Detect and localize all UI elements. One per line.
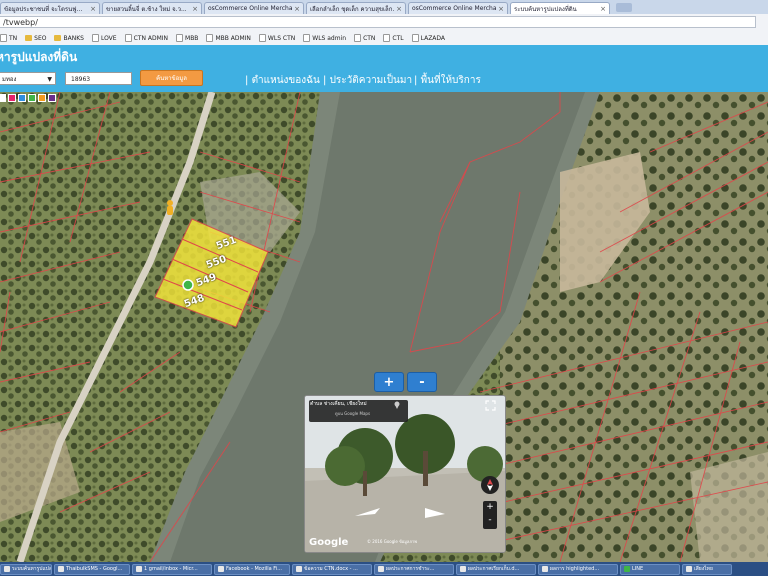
compass-icon[interactable] bbox=[481, 476, 499, 494]
app-icon bbox=[58, 566, 64, 572]
folder-icon bbox=[25, 35, 33, 41]
province-select[interactable]: มทอง ▼ bbox=[0, 72, 56, 85]
street-view-title: ตำบล ช่างเคี่ยน, เชียงใหม่ bbox=[310, 401, 367, 407]
bookmark-item[interactable]: CTL bbox=[383, 34, 404, 42]
folder-icon bbox=[54, 35, 62, 41]
street-view-zoom[interactable]: + - bbox=[483, 501, 497, 529]
url-input[interactable]: /tvwebp/ bbox=[0, 16, 756, 28]
page-icon bbox=[383, 34, 391, 42]
browser-tab[interactable]: osCommerce Online Merchant × bbox=[408, 2, 508, 14]
chevron-down-icon: ▼ bbox=[47, 76, 52, 83]
bookmark-item[interactable]: BANKS bbox=[54, 35, 84, 42]
satellite-map[interactable]: 551 550 549 548 + - ตำบล ช่างเคี่ยน, เชี… bbox=[0, 92, 768, 562]
street-view-maps-link[interactable]: ดูบน Google Maps bbox=[335, 410, 370, 417]
color-palette bbox=[0, 94, 56, 102]
bookmark-item[interactable]: WLS CTN bbox=[258, 34, 295, 42]
close-tab-icon[interactable]: × bbox=[294, 5, 300, 13]
page-icon bbox=[411, 34, 419, 42]
close-tab-icon[interactable]: × bbox=[600, 5, 606, 13]
color-swatch[interactable] bbox=[0, 94, 6, 102]
bookmark-item[interactable]: MBB ADMIN bbox=[206, 34, 251, 42]
app-icon bbox=[686, 566, 692, 572]
sv-zoom-in-button[interactable]: + bbox=[483, 501, 497, 514]
app-icon bbox=[542, 566, 548, 572]
taskbar-item[interactable]: Facebook - Mozilla Fi... bbox=[214, 563, 290, 575]
browser-tab-bar: ข้อมูลประชาชนที่ จะโตรนฟู... × ขายสวนลิ้น… bbox=[0, 0, 768, 14]
bookmark-item[interactable]: MBB bbox=[176, 34, 198, 42]
taskbar-item[interactable]: ผลการ highlighted... bbox=[538, 563, 618, 575]
nav-my-location[interactable]: | ตำแหน่งของฉัน bbox=[245, 73, 320, 88]
browser-tab[interactable]: เลือกลำเล็ก ชุดเล็ก ความสุขเล็ก... × bbox=[306, 2, 406, 14]
close-tab-icon[interactable]: × bbox=[90, 5, 96, 13]
color-swatch[interactable] bbox=[8, 94, 16, 102]
taskbar-item[interactable]: LINE bbox=[620, 563, 680, 575]
taskbar-item[interactable]: เสียงไทย bbox=[682, 563, 732, 575]
bookmark-item[interactable]: LOVE bbox=[91, 34, 117, 42]
page-icon bbox=[0, 34, 7, 42]
sv-zoom-out-button[interactable]: - bbox=[483, 514, 497, 527]
page-icon bbox=[303, 34, 311, 42]
app-icon bbox=[296, 566, 302, 572]
location-pin-icon bbox=[394, 401, 400, 409]
google-logo: Google bbox=[309, 537, 349, 548]
taskbar-item[interactable]: ThaibulkSMS - Googl... bbox=[54, 563, 130, 575]
search-button[interactable]: ค้นหาข้อมูล bbox=[140, 70, 203, 86]
color-swatch[interactable] bbox=[28, 94, 36, 102]
app-icon bbox=[4, 566, 10, 572]
page-icon bbox=[354, 34, 362, 42]
page-icon bbox=[258, 34, 266, 42]
bookmarks-bar: TN SEO BANKS LOVE CTN ADMIN MBB MBB ADMI… bbox=[0, 31, 768, 46]
close-tab-icon[interactable]: × bbox=[396, 5, 402, 13]
page-icon bbox=[206, 34, 214, 42]
nav-history[interactable]: | ประวัติความเป็นมา bbox=[323, 73, 412, 88]
zoom-in-button[interactable]: + bbox=[374, 372, 404, 392]
page-title: หารูปแปลงที่ดิน bbox=[0, 50, 78, 64]
bookmark-item[interactable]: SEO bbox=[25, 35, 46, 42]
windows-taskbar: ระบบค้นหารูปแปลงที่... ThaibulkSMS - Goo… bbox=[0, 562, 768, 576]
bookmark-item[interactable]: CTN ADMIN bbox=[124, 34, 168, 42]
taskbar-item[interactable]: ผลประกาศการชำระ... bbox=[374, 563, 454, 575]
app-icon bbox=[378, 566, 384, 572]
app-header: หารูปแปลงที่ดิน มทอง ▼ 18963 ค้นหาข้อมูล … bbox=[0, 45, 768, 92]
page-icon bbox=[124, 34, 132, 42]
browser-tab[interactable]: ขายสวนลิ้นจี่ ต.ช้าง ใหม่ จ.ว... × bbox=[102, 2, 202, 14]
line-icon bbox=[624, 566, 630, 572]
taskbar-item[interactable]: 1 gmail/inbox - Micr... bbox=[132, 563, 212, 575]
bookmark-item[interactable]: LAZADA bbox=[411, 34, 445, 42]
parcel-number-input[interactable]: 18963 bbox=[65, 72, 132, 85]
taskbar-item[interactable]: ระบบค้นหารูปแปลงที่... bbox=[0, 563, 52, 575]
street-view-panel[interactable]: ตำบล ช่างเคี่ยน, เชียงใหม่ ดูบน Google M… bbox=[304, 395, 506, 553]
color-swatch[interactable] bbox=[18, 94, 26, 102]
nav-service-area[interactable]: | พื้นที่ให้บริการ bbox=[414, 73, 481, 88]
expand-icon[interactable] bbox=[485, 400, 496, 411]
page-icon bbox=[91, 34, 99, 42]
close-tab-icon[interactable]: × bbox=[498, 5, 504, 13]
zoom-out-button[interactable]: - bbox=[407, 372, 437, 392]
close-tab-icon[interactable]: × bbox=[192, 5, 198, 13]
bookmark-item[interactable]: TN bbox=[0, 34, 17, 42]
taskbar-item[interactable]: ข้อความ CTN.docx - ... bbox=[292, 563, 372, 575]
page-icon bbox=[176, 34, 184, 42]
color-swatch[interactable] bbox=[38, 94, 46, 102]
bookmark-item[interactable]: WLS admin bbox=[303, 34, 346, 42]
app-icon bbox=[460, 566, 466, 572]
new-tab-button[interactable] bbox=[616, 3, 632, 12]
browser-tab-active[interactable]: ระบบค้นหารูปแปลงที่ดิน × bbox=[510, 2, 610, 14]
address-bar-area: /tvwebp/ bbox=[0, 14, 768, 32]
browser-tab[interactable]: osCommerce Online Merchant × bbox=[204, 2, 304, 14]
app-icon bbox=[136, 566, 142, 572]
taskbar-item[interactable]: ผลประกาศเรียกเก็บ.d... bbox=[456, 563, 536, 575]
browser-tab[interactable]: ข้อมูลประชาชนที่ จะโตรนฟู... × bbox=[0, 2, 100, 14]
bookmark-item[interactable]: CTN bbox=[354, 34, 375, 42]
app-icon bbox=[218, 566, 224, 572]
street-view-copyright: © 2016 Google ข้อมูลภาพ bbox=[367, 539, 417, 544]
color-swatch[interactable] bbox=[48, 94, 56, 102]
